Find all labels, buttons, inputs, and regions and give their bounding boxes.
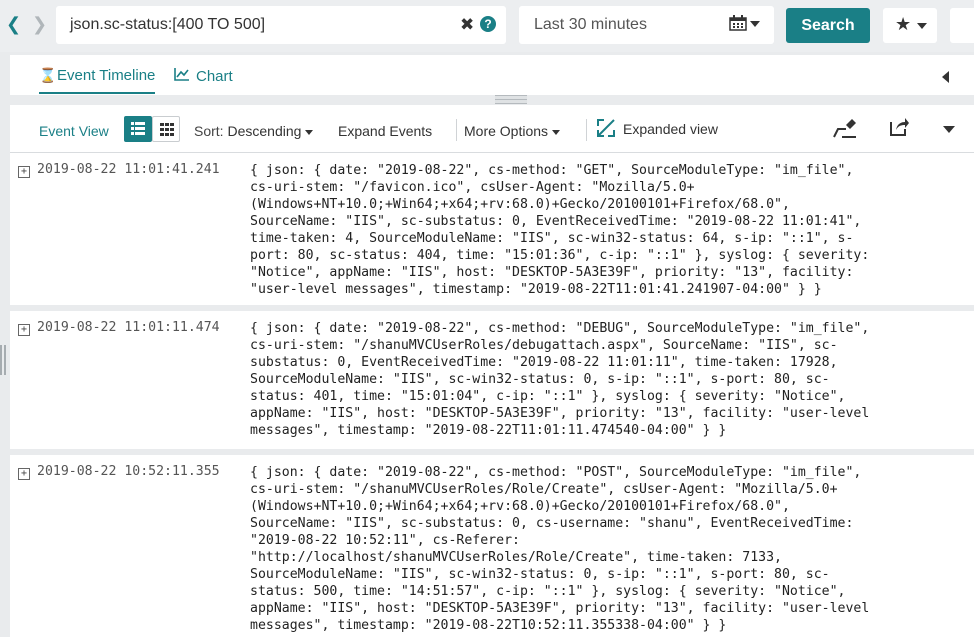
event-list: + 2019-08-22 11:01:41.241 { json: { date… (10, 153, 974, 637)
toolbar-divider (456, 119, 457, 141)
chevron-down-icon[interactable] (943, 126, 955, 133)
event-row[interactable]: + 2019-08-22 11:01:11.474 { json: { date… (10, 311, 974, 449)
event-line: SourceModuleName: "IIS", sc-win32-status… (250, 372, 830, 387)
side-drag-handle[interactable] (0, 345, 6, 375)
sort-dropdown[interactable]: Sort: Descending (194, 123, 314, 139)
search-button[interactable]: Search (786, 8, 870, 43)
expand-event-icon[interactable]: + (18, 324, 30, 336)
event-line: { json: { date: "2019-08-22", cs-method:… (250, 321, 870, 336)
export-icon[interactable] (888, 116, 910, 138)
event-line: SourceName: "IIS", sc-substatus: 0, Even… (250, 214, 862, 229)
event-line: substatus: 0, EventReceivedTime: "2019-0… (250, 355, 838, 370)
event-line: appName: "IIS", host: "DESKTOP-5A3E39F",… (250, 601, 870, 616)
expand-event-icon[interactable]: + (18, 166, 30, 178)
view-tabs: ⌛Event Timeline Chart (10, 55, 974, 95)
calendar-icon[interactable] (729, 15, 747, 31)
event-timestamp: 2019-08-22 11:01:41.241 (37, 162, 220, 177)
event-line: "http://localhost/shanuMVCUserRoles/Role… (250, 550, 782, 565)
tab-event-timeline-label: Event Timeline (57, 67, 156, 84)
grid-icon (160, 123, 174, 136)
chevron-down-icon (552, 129, 561, 135)
hourglass-icon: ⌛ (39, 67, 57, 83)
event-line: cs-uri-stem: "/shanuMVCUserRoles/debugat… (250, 338, 838, 353)
expand-event-icon[interactable]: + (18, 468, 30, 480)
event-timestamp: 2019-08-22 10:52:11.355 (37, 464, 220, 479)
event-line: cs-uri-stem: "/shanuMVCUserRoles/Role/Cr… (250, 482, 838, 497)
query-text[interactable]: json.sc-status:[400 TO 500] (70, 16, 265, 34)
star-icon: ★ (895, 14, 912, 34)
resize-divider[interactable] (10, 95, 974, 105)
event-timestamp: 2019-08-22 11:01:11.474 (37, 320, 220, 335)
back-arrow-icon[interactable]: ❮ (6, 14, 24, 36)
event-line: status: 401, time: "15:01:04", c-ip: "::… (250, 389, 846, 404)
event-row[interactable]: + 2019-08-22 11:01:41.241 { json: { date… (10, 153, 974, 305)
overflow-button[interactable] (950, 8, 974, 43)
favorites-button[interactable]: ★ (883, 8, 937, 43)
expanded-view-button[interactable]: Expanded view (623, 121, 718, 137)
more-options-dropdown[interactable]: More Options (464, 123, 561, 139)
help-icon[interactable]: ? (480, 16, 496, 32)
event-line: "user-level messages", timestamp: "2019-… (250, 282, 822, 297)
event-line: time-taken: 4, SourceModuleName: "IIS", … (250, 231, 854, 246)
chevron-down-icon (305, 129, 314, 135)
event-line: { json: { date: "2019-08-22", cs-method:… (250, 163, 854, 178)
tab-chart[interactable]: Chart (174, 67, 233, 85)
event-line: SourceModuleName: "IIS", sc-win32-status… (250, 567, 830, 582)
results-toolbar: Event View Sort: Descending Expand Event… (10, 105, 974, 153)
event-json: { json: { date: "2019-08-22", cs-method:… (250, 464, 970, 634)
drag-handle-icon[interactable] (495, 95, 527, 104)
tab-event-timeline[interactable]: ⌛Event Timeline (39, 67, 156, 94)
line-chart-icon (174, 68, 189, 81)
search-bar: ❮ ❯ json.sc-status:[400 TO 500] ✖ ? Last… (0, 0, 974, 52)
event-line: status: 500, time: "14:51:57", c-ip: "::… (250, 584, 846, 599)
time-range-value: Last 30 minutes (534, 16, 647, 33)
share-icon[interactable] (832, 117, 858, 139)
grid-view-button[interactable] (152, 116, 180, 142)
collapse-panel-icon[interactable] (942, 71, 949, 83)
event-line: "2019-08-22 10:52:11", cs-Referer: (250, 533, 520, 548)
query-input[interactable]: json.sc-status:[400 TO 500] ✖ ? (56, 6, 506, 44)
time-range-picker[interactable]: Last 30 minutes (519, 6, 774, 44)
event-line: "Notice", appName: "IIS", host: "DESKTOP… (250, 265, 854, 280)
clear-icon[interactable]: ✖ (460, 15, 474, 35)
forward-arrow-icon[interactable]: ❯ (32, 14, 50, 36)
more-options-label: More Options (464, 123, 549, 139)
event-json: { json: { date: "2019-08-22", cs-method:… (250, 320, 970, 439)
expand-arrows-icon[interactable] (596, 118, 616, 138)
event-json: { json: { date: "2019-08-22", cs-method:… (250, 162, 970, 298)
event-row[interactable]: + 2019-08-22 10:52:11.355 { json: { date… (10, 455, 974, 637)
event-line: messages", timestamp: "2019-08-22T10:52:… (250, 618, 727, 633)
sort-value: Descending (227, 123, 302, 139)
event-line: SourceName: "IIS", sc-substatus: 0, cs-u… (250, 516, 854, 531)
event-line: messages", timestamp: "2019-08-22T11:01:… (250, 423, 727, 438)
event-view-label: Event View (39, 123, 109, 139)
chevron-down-icon[interactable] (750, 21, 760, 27)
sort-prefix: Sort: (194, 123, 228, 139)
event-line: cs-uri-stem: "/favicon.ico", csUser-Agen… (250, 180, 695, 195)
event-line: port: 80, sc-status: 404, time: "15:01:3… (250, 248, 870, 263)
results-panel: ⌛Event Timeline Chart Event View Sort: D… (10, 55, 974, 637)
event-line: (Windows+NT+10.0;+Win64;+x64;+rv:68.0)+G… (250, 197, 790, 212)
list-view-button[interactable] (124, 116, 152, 142)
tab-chart-label: Chart (196, 68, 233, 85)
event-line: (Windows+NT+10.0;+Win64;+x64;+rv:68.0)+G… (250, 499, 790, 514)
chevron-down-icon (917, 23, 927, 29)
toolbar-divider (586, 119, 587, 141)
list-icon (131, 122, 145, 135)
event-line: appName: "IIS", host: "DESKTOP-5A3E39F",… (250, 406, 870, 421)
expand-events-button[interactable]: Expand Events (338, 123, 432, 139)
event-line: { json: { date: "2019-08-22", cs-method:… (250, 465, 862, 480)
